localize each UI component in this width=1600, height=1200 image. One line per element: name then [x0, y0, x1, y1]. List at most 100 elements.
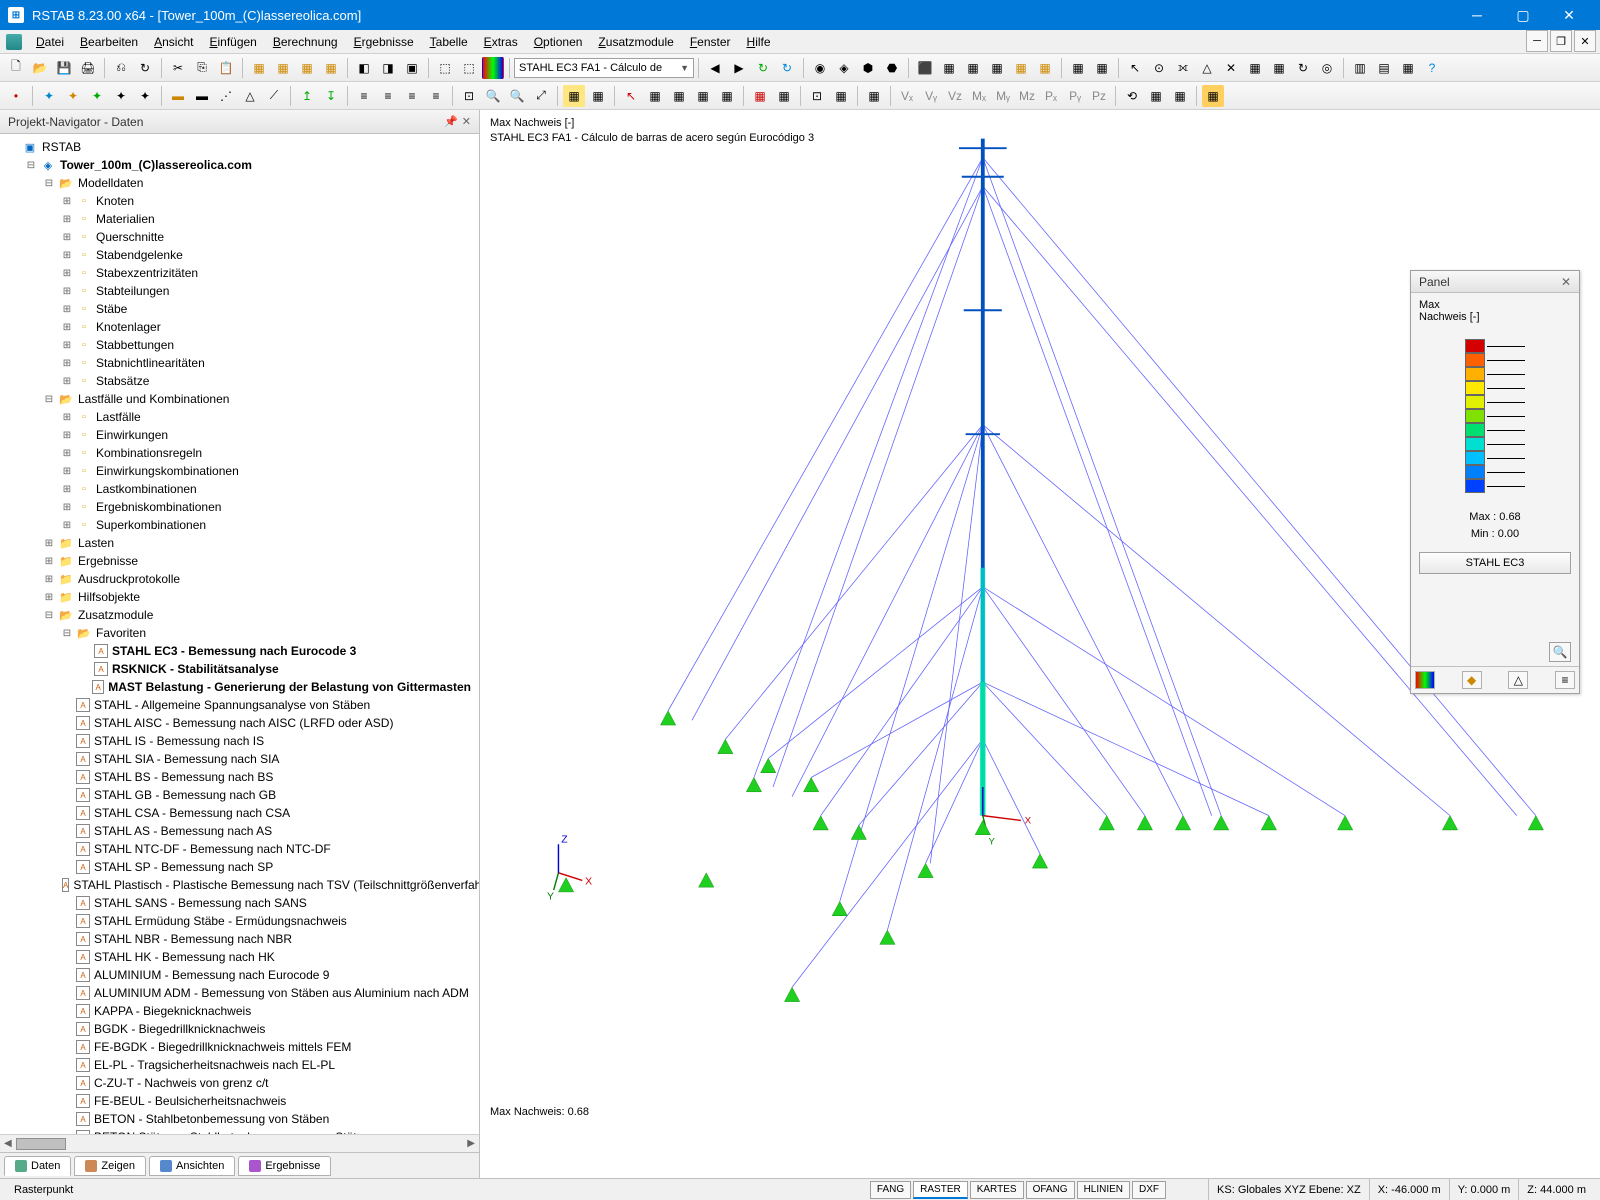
tool-icon[interactable]: ▦	[320, 57, 342, 79]
sel-icon[interactable]: ▦	[773, 85, 795, 107]
status-tab-hlinien[interactable]: HLINIEN	[1077, 1181, 1130, 1199]
zoom-icon[interactable]: ⊡	[458, 85, 480, 107]
snap-icon[interactable]: ⊙	[1148, 57, 1170, 79]
zoom-icon[interactable]: 🔍	[482, 85, 504, 107]
tool2-icon[interactable]: ▬	[191, 85, 213, 107]
menu-einfügen[interactable]: Einfügen	[201, 32, 264, 52]
tree-item[interactable]: ASTAHL CSA - Bemessung nach CSA	[0, 804, 479, 822]
close-button[interactable]: ✕	[1546, 0, 1592, 30]
tree-item[interactable]: ⊞▫Lastfälle	[0, 408, 479, 426]
tool2-icon[interactable]: △	[239, 85, 261, 107]
tree-item[interactable]: ⊟📂Modelldaten	[0, 174, 479, 192]
paste-icon[interactable]: 📋	[215, 57, 237, 79]
misc-icon[interactable]: ▦	[1169, 85, 1191, 107]
save-icon[interactable]: 💾	[53, 57, 75, 79]
tree-item[interactable]: ⊞▫Einwirkungen	[0, 426, 479, 444]
tree-item[interactable]: ⊞▫Materialien	[0, 210, 479, 228]
win-icon[interactable]: ▥	[1349, 57, 1371, 79]
misc-icon[interactable]: ⟲	[1121, 85, 1143, 107]
tree-item[interactable]: ⊞▫Stabbettungen	[0, 336, 479, 354]
tool2-icon[interactable]: ≡	[425, 85, 447, 107]
sel-icon[interactable]: ▦	[716, 85, 738, 107]
tree-item[interactable]: ASTAHL - Allgemeine Spannungsanalyse von…	[0, 696, 479, 714]
sel-icon[interactable]: ▦	[692, 85, 714, 107]
tool2-icon[interactable]: ✦	[62, 85, 84, 107]
tree-item[interactable]: ⊞▫Querschnitte	[0, 228, 479, 246]
viewport-3d[interactable]: Max Nachweis [-] STAHL EC3 FA1 - Cálculo…	[480, 110, 1600, 1178]
mdi-minimize[interactable]: ─	[1526, 30, 1548, 52]
tree-item[interactable]: ASTAHL NBR - Bemessung nach NBR	[0, 930, 479, 948]
tree-item[interactable]: ASTAHL AS - Bemessung nach AS	[0, 822, 479, 840]
tree-item[interactable]: ABGDK - Biegedrillknicknachweis	[0, 1020, 479, 1038]
dim-icon[interactable]: Mᵧ	[992, 85, 1014, 107]
tool-icon[interactable]: ▣	[401, 57, 423, 79]
new-icon[interactable]: 🗋	[5, 57, 27, 79]
snap-icon[interactable]: ↻	[1292, 57, 1314, 79]
panel-tool-icon[interactable]: ≡	[1555, 671, 1575, 689]
close-panel-icon[interactable]: ✕	[462, 115, 471, 128]
tree-item[interactable]: ASTAHL BS - Bemessung nach BS	[0, 768, 479, 786]
panel-module-button[interactable]: STAHL EC3	[1419, 552, 1571, 574]
snap-icon[interactable]: ✕	[1220, 57, 1242, 79]
mdi-close[interactable]: ✕	[1574, 30, 1596, 52]
search-icon[interactable]: 🔍	[1549, 642, 1571, 662]
tree-item[interactable]: ASTAHL Ermüdung Stäbe - Ermüdungsnachwei…	[0, 912, 479, 930]
tree-item[interactable]: ⊞▫Ergebniskombinationen	[0, 498, 479, 516]
tree-item[interactable]: ⊞▫Lastkombinationen	[0, 480, 479, 498]
dim-icon[interactable]: Vᵧ	[920, 85, 942, 107]
tree-item[interactable]: ASTAHL SIA - Bemessung nach SIA	[0, 750, 479, 768]
sel-icon[interactable]: ▦	[644, 85, 666, 107]
tool2-icon[interactable]: ▬	[167, 85, 189, 107]
mdi-restore[interactable]: ❐	[1550, 30, 1572, 52]
tree-item[interactable]: ⊟📂Zusatzmodule	[0, 606, 479, 624]
menu-datei[interactable]: Datei	[28, 32, 72, 52]
tree-item[interactable]: ASTAHL AISC - Bemessung nach AISC (LRFD …	[0, 714, 479, 732]
snap-icon[interactable]: ◎	[1316, 57, 1338, 79]
view-icon[interactable]: ◉	[809, 57, 831, 79]
cut-icon[interactable]: ✂	[167, 57, 189, 79]
tree-item[interactable]: AFE-BGDK - Biegedrillknicknachweis mitte…	[0, 1038, 479, 1056]
menu-tabelle[interactable]: Tabelle	[422, 32, 476, 52]
tree-item[interactable]: ⊞▫Stabsätze	[0, 372, 479, 390]
tree-item[interactable]: ASTAHL NTC-DF - Bemessung nach NTC-DF	[0, 840, 479, 858]
h-scrollbar[interactable]: ◀ ▶	[0, 1134, 479, 1152]
minimize-button[interactable]: ─	[1454, 0, 1500, 30]
tree-item[interactable]: ASTAHL SP - Bemessung nach SP	[0, 858, 479, 876]
tool2-icon[interactable]: ✦	[134, 85, 156, 107]
menu-bearbeiten[interactable]: Bearbeiten	[72, 32, 146, 52]
render-icon[interactable]: ▦	[986, 57, 1008, 79]
tree-item[interactable]: AMAST Belastung - Generierung der Belast…	[0, 678, 479, 696]
tree-item[interactable]: ASTAHL SANS - Bemessung nach SANS	[0, 894, 479, 912]
tree-item[interactable]: ⊞▫Knoten	[0, 192, 479, 210]
status-tab-raster[interactable]: RASTER	[913, 1181, 968, 1199]
panel-tool-icon[interactable]: △	[1508, 671, 1528, 689]
render-icon[interactable]: ▦	[1034, 57, 1056, 79]
view-icon[interactable]: ◈	[833, 57, 855, 79]
tool2-icon[interactable]: ⟋	[263, 85, 285, 107]
tree-item[interactable]: ⊟◈Tower_100m_(C)lassereolica.com	[0, 156, 479, 174]
nav-tab-ansichten[interactable]: Ansichten	[149, 1156, 235, 1176]
sel-icon[interactable]: ▦	[749, 85, 771, 107]
color-icon[interactable]	[482, 57, 504, 79]
tool2-icon[interactable]: ↧	[320, 85, 342, 107]
tool2-icon[interactable]: ≡	[377, 85, 399, 107]
dim-icon[interactable]: Vₓ	[896, 85, 918, 107]
tree-item[interactable]: ABETON - Stahlbetonbemessung von Stäben	[0, 1110, 479, 1128]
nav-tab-daten[interactable]: Daten	[4, 1156, 71, 1176]
snap-icon[interactable]: ⟗	[1172, 57, 1194, 79]
misc-icon[interactable]: ▦	[1145, 85, 1167, 107]
nav-tab-ergebnisse[interactable]: Ergebnisse	[238, 1156, 331, 1176]
tree-item[interactable]: ⊞📁Lasten	[0, 534, 479, 552]
tool2-icon[interactable]: ✦	[86, 85, 108, 107]
menu-berechnung[interactable]: Berechnung	[265, 32, 346, 52]
tool2-icon[interactable]: ✦	[110, 85, 132, 107]
status-tab-ofang[interactable]: OFANG	[1026, 1181, 1075, 1199]
tree-item[interactable]: ASTAHL HK - Bemessung nach HK	[0, 948, 479, 966]
render-icon[interactable]: ▦	[1010, 57, 1032, 79]
snap-icon[interactable]: ▦	[1268, 57, 1290, 79]
navigator-tree[interactable]: ▣RSTAB⊟◈Tower_100m_(C)lassereolica.com⊟📂…	[0, 134, 479, 1134]
help-icon[interactable]: ?	[1421, 57, 1443, 79]
tool-icon[interactable]: ◧	[353, 57, 375, 79]
win-icon[interactable]: ▤	[1373, 57, 1395, 79]
menu-optionen[interactable]: Optionen	[526, 32, 591, 52]
